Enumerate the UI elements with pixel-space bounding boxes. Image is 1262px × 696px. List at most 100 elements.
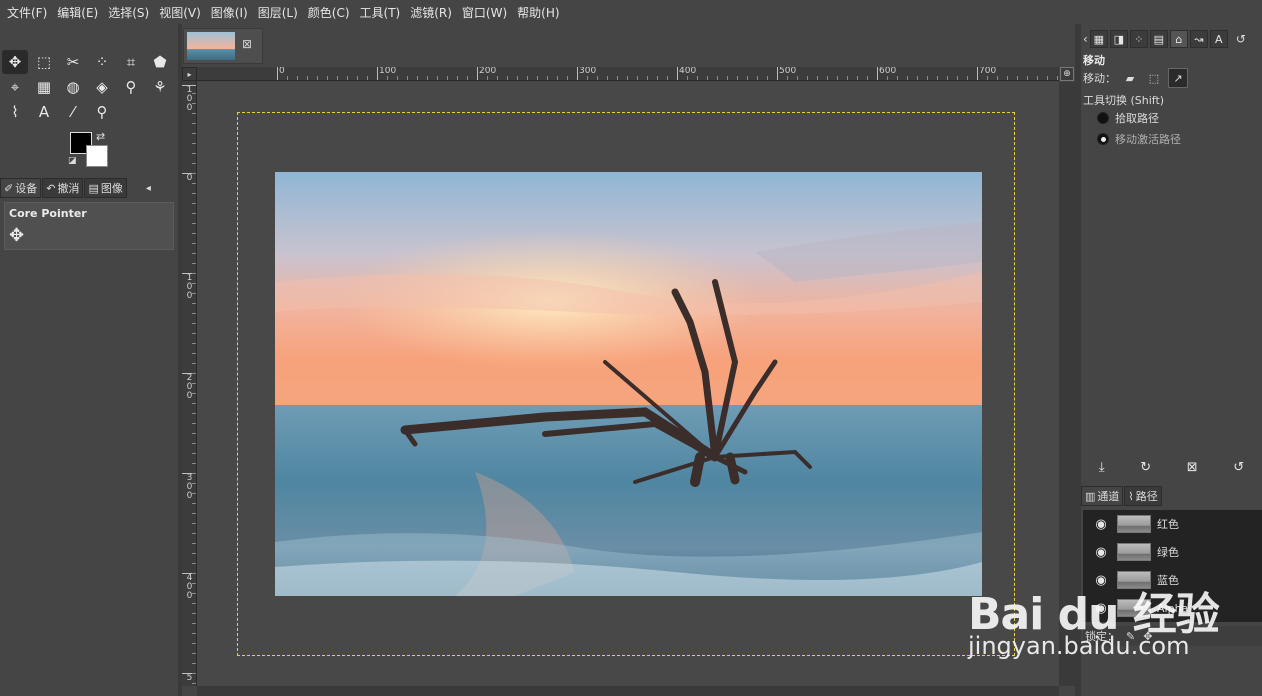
menu-item[interactable]: 帮助(H) (512, 4, 564, 21)
scissors-select-icon[interactable]: ✂ (60, 50, 86, 74)
ruler-minor-tick (287, 76, 288, 80)
fuzzy-select-icon[interactable]: ⁘ (89, 50, 115, 74)
reset-options-icon[interactable]: ↺ (1233, 460, 1244, 475)
eye-icon[interactable]: ◉ (1091, 545, 1111, 560)
radio-pick-path[interactable]: 拾取路径 (1097, 110, 1159, 126)
reset-colors-icon[interactable]: ◪ (68, 156, 77, 166)
radio-move-active-path[interactable]: 移动激活路径 (1097, 131, 1181, 147)
eraser-icon[interactable]: ◈ (89, 75, 115, 99)
move-path-icon[interactable]: ↗ (1168, 68, 1188, 88)
eye-icon[interactable]: ◉ (1091, 517, 1111, 532)
brush-tab-icon[interactable]: ⁘ (1129, 30, 1148, 48)
pattern-tab-icon[interactable]: ▦ (1089, 30, 1108, 48)
menu-item[interactable]: 图像(I) (206, 4, 253, 21)
move-selection-icon[interactable]: ⬚ (1144, 68, 1164, 88)
canvas-view[interactable] (197, 82, 1059, 686)
horizontal-scrollbar[interactable] (197, 686, 1059, 696)
menu-item[interactable]: 编辑(E) (52, 4, 103, 21)
transform-icon[interactable]: ⬟ (147, 50, 173, 74)
ruler-minor-tick (192, 133, 196, 134)
radio-dot (1097, 112, 1109, 124)
horizontal-ruler[interactable]: 0 100 200 300 400 500 600 700 (197, 67, 1059, 81)
tab-images[interactable]: ▤ 图像 (84, 178, 127, 198)
tab-channels[interactable]: ▥ 通道 (1081, 486, 1124, 506)
clone-icon[interactable]: ⚲ (118, 75, 144, 99)
ruler-minor-tick (817, 76, 818, 80)
font-list-tab-icon[interactable]: ▤ (1149, 30, 1168, 48)
menu-item[interactable]: 文件(F) (2, 4, 52, 21)
image-tab[interactable]: ⊠ (183, 28, 263, 64)
move-type-row: 移动： ▰ ⬚ ↗ (1083, 68, 1188, 88)
ruler-minor-tick (192, 683, 196, 684)
bucket-fill-icon[interactable]: ◍ (60, 75, 86, 99)
ruler-minor-tick (192, 633, 196, 634)
color-picker-icon[interactable]: ⁄ (60, 100, 86, 124)
ruler-minor-tick (487, 76, 488, 80)
background-color[interactable] (86, 145, 108, 167)
ruler-minor-tick (987, 76, 988, 80)
ruler-minor-tick (597, 76, 598, 80)
navigate-icon[interactable]: ⊕ (1060, 67, 1074, 81)
gradient-tab-icon[interactable]: ◨ (1109, 30, 1128, 48)
ruler-minor-tick (192, 193, 196, 194)
dynamics-tab-icon[interactable]: ↝ (1189, 30, 1208, 48)
ruler-minor-tick (497, 76, 498, 80)
vertical-ruler[interactable]: 1 0 0 0 1 0 0 2 0 0 3 0 0 4 0 0 5 (182, 81, 197, 686)
ruler-corner-icon[interactable]: ▸ (182, 67, 197, 81)
ruler-minor-tick (557, 76, 558, 80)
restore-options-icon[interactable]: ↻ (1140, 460, 1151, 475)
channel-row[interactable]: ◉ 红色 (1083, 510, 1262, 538)
chevron-left-icon[interactable]: ‹ (1083, 32, 1088, 46)
ruler-minor-tick (1047, 76, 1048, 80)
ruler-minor-tick (192, 263, 196, 264)
ruler-minor-tick (367, 76, 368, 80)
menu-item[interactable]: 图层(L) (253, 4, 303, 21)
paths-icon[interactable]: ⌇ (2, 100, 28, 124)
perspective-icon[interactable]: ⌖ (2, 75, 28, 99)
text-tool-icon[interactable]: A (31, 100, 57, 124)
tab-paths[interactable]: ⌇ 路径 (1124, 486, 1162, 506)
ruler-minor-tick (757, 76, 758, 80)
menu-item[interactable]: 滤镜(R) (405, 4, 457, 21)
tab-devices-label: 设备 (15, 182, 38, 195)
ruler-minor-tick (1017, 76, 1018, 80)
ruler-minor-tick (347, 76, 348, 80)
tab-devices[interactable]: ✐ 设备 (0, 178, 42, 198)
dock-menu-icon[interactable]: ◂ (146, 183, 151, 194)
menu-item[interactable]: 窗口(W) (457, 4, 512, 21)
ruler-minor-tick (192, 233, 196, 234)
ruler-minor-tick (192, 293, 196, 294)
menu-item[interactable]: 选择(S) (103, 4, 154, 21)
move-layer-icon[interactable]: ▰ (1120, 68, 1140, 88)
photo-beach-driftwood[interactable] (275, 172, 982, 596)
channels-tabs: ▥ 通道 ⌇ 路径 (1081, 486, 1262, 508)
restore-icon[interactable]: ↺ (1236, 32, 1246, 46)
ruler-minor-tick (767, 76, 768, 80)
ruler-minor-tick (192, 143, 196, 144)
save-options-icon[interactable]: ⤓ (1099, 460, 1105, 475)
ruler-minor-tick (192, 513, 196, 514)
ruler-minor-tick (427, 76, 428, 80)
ruler-tick-label: 0 (277, 67, 285, 80)
swap-colors-icon[interactable]: ⇄ (96, 130, 105, 143)
radio-move-active-label: 移动激活路径 (1115, 133, 1181, 146)
crop-icon[interactable]: ⌗ (118, 50, 144, 74)
tool-options-tab-icon[interactable]: ⌂ (1169, 30, 1188, 48)
tab-undo[interactable]: ↶ 撤消 (42, 178, 84, 198)
rect-select-icon[interactable]: ⬚ (31, 50, 57, 74)
delete-options-icon[interactable]: ⊠ (1187, 460, 1198, 475)
menu-item[interactable]: 视图(V) (154, 4, 206, 21)
font-tab-icon[interactable]: A (1209, 30, 1228, 48)
close-icon[interactable]: ⊠ (242, 37, 252, 51)
ruler-minor-tick (192, 363, 196, 364)
ruler-minor-tick (192, 623, 196, 624)
warp-icon[interactable]: ▦ (31, 75, 57, 99)
menubar: 文件(F) 编辑(E) 选择(S) 视图(V) 图像(I) 图层(L) 颜色(C) 工具(T)… (0, 0, 1262, 24)
ruler-minor-tick (1037, 76, 1038, 80)
smudge-icon[interactable]: ⚘ (147, 75, 173, 99)
zoom-icon[interactable]: ⚲ (89, 100, 115, 124)
menu-item[interactable]: 工具(T) (355, 4, 406, 21)
move-tool-icon[interactable]: ✥ (2, 50, 28, 74)
device-panel[interactable]: Core Pointer ✥ (4, 202, 174, 250)
menu-item[interactable]: 颜色(C) (303, 4, 355, 21)
